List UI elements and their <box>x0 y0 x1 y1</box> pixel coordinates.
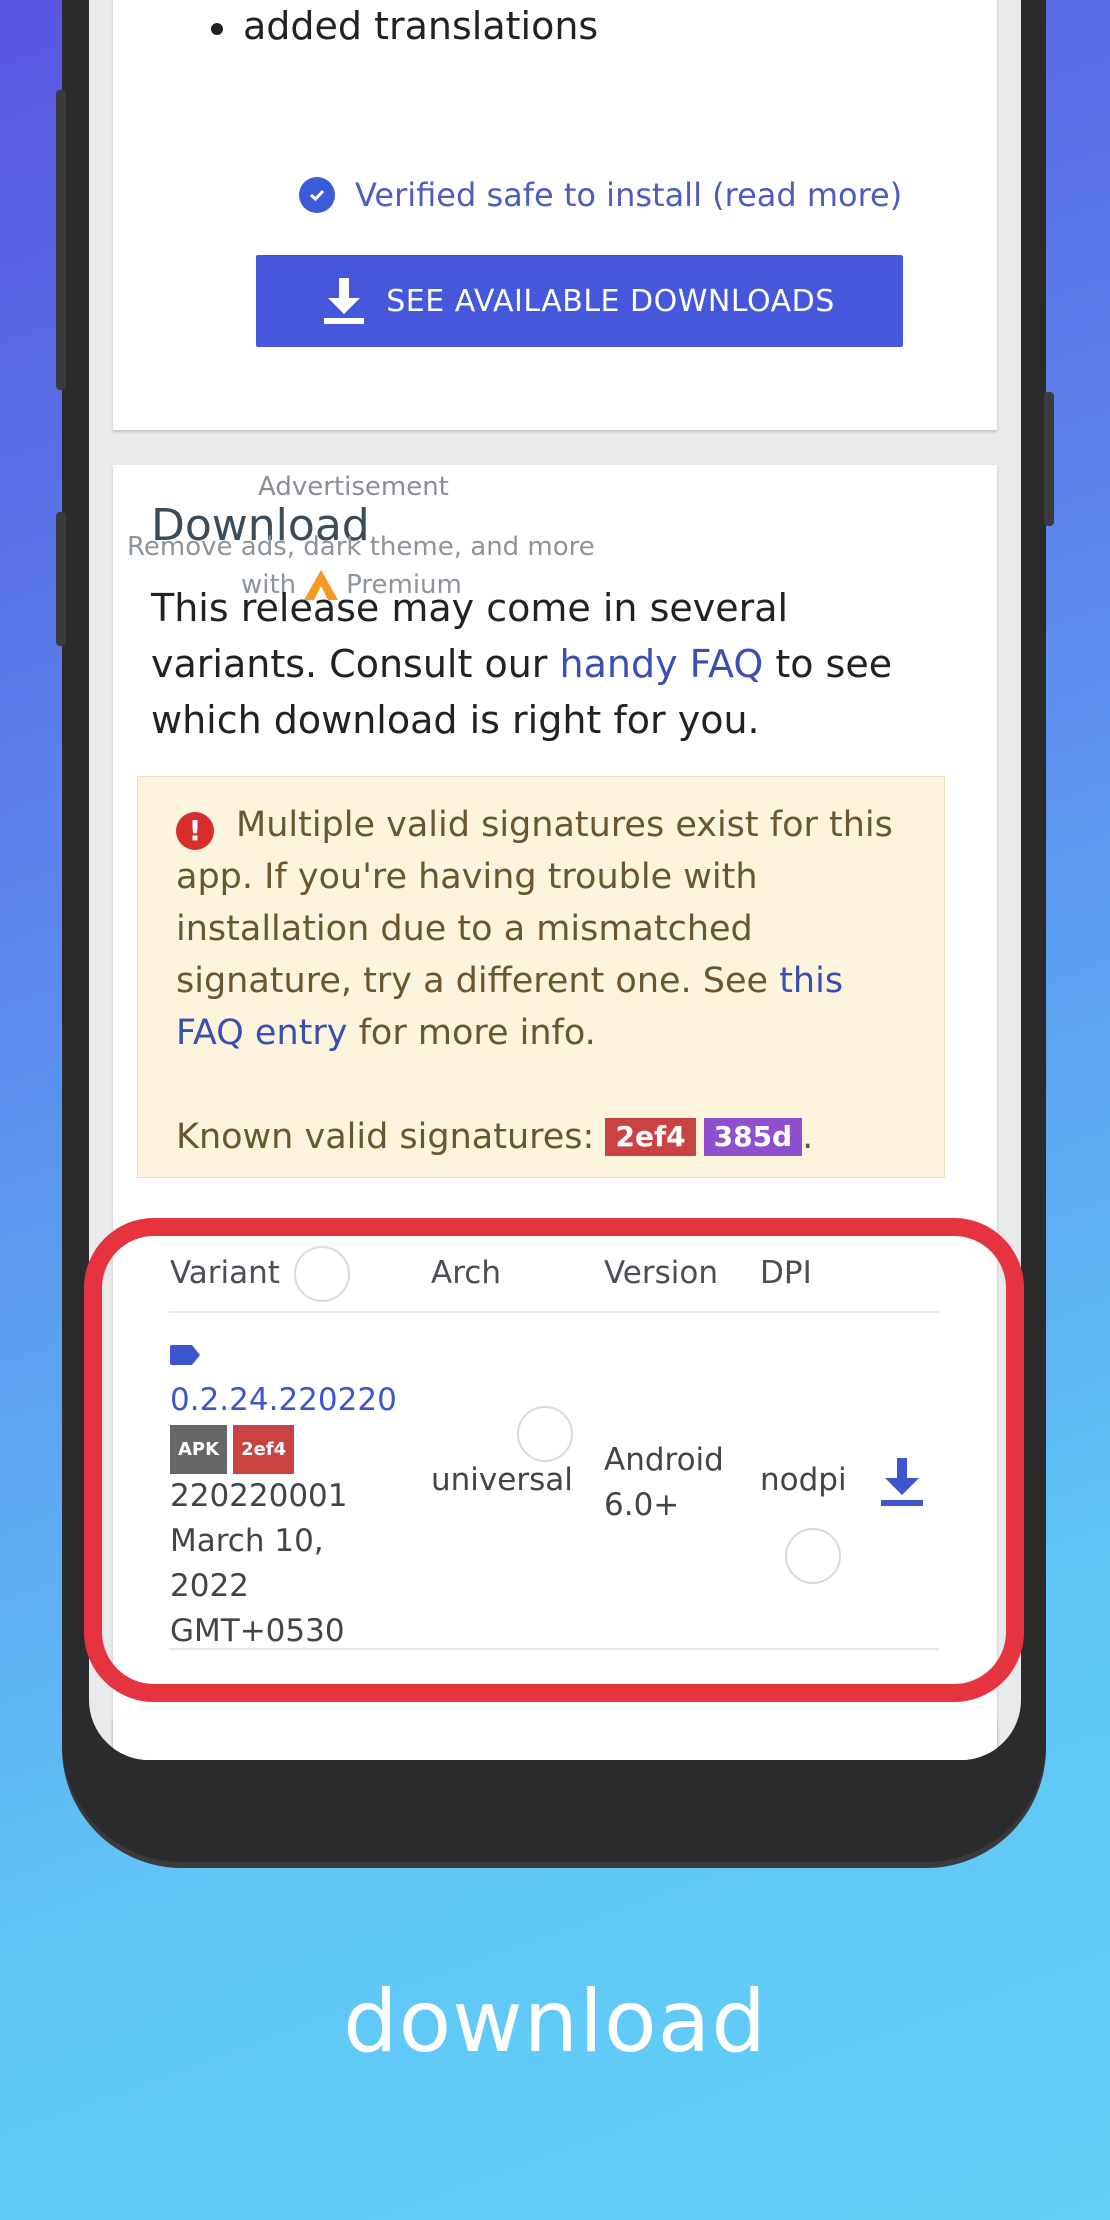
signature-badge[interactable]: 2ef4 <box>605 1118 696 1156</box>
check-circle-icon <box>299 177 335 213</box>
download-icon <box>324 278 365 324</box>
phone-side-button <box>1044 392 1054 526</box>
known-signatures: Known valid signatures: 2ef4 385d. <box>176 1117 814 1157</box>
handy-faq-link[interactable]: handy FAQ <box>560 642 764 686</box>
alert-icon: ! <box>176 812 214 850</box>
download-intro-text: This release may come in several variant… <box>151 586 893 742</box>
signature-warning: ! Multiple valid signatures exist for thi… <box>137 776 945 1178</box>
signature-badge[interactable]: 385d <box>703 1118 803 1156</box>
ad-label: Advertisement <box>258 472 449 502</box>
remove-ads-link[interactable]: Remove ads, dark theme, and more <box>127 532 595 562</box>
next-card <box>113 1720 997 1760</box>
highlight-frame <box>84 1218 1024 1702</box>
release-notes-card: added translations Verified safe to inst… <box>113 0 997 430</box>
bullet-icon <box>211 22 223 35</box>
release-note-item: added translations <box>211 4 598 48</box>
phone-side-button <box>56 512 66 646</box>
verified-safe-link[interactable]: Verified safe to install (read more) <box>299 176 902 214</box>
warning-text: ! Multiple valid signatures exist for thi… <box>176 805 893 1053</box>
see-available-downloads-button[interactable]: SEE AVAILABLE DOWNLOADS <box>256 255 903 347</box>
phone-side-button <box>56 90 66 390</box>
caption-label: download <box>343 1972 767 2072</box>
